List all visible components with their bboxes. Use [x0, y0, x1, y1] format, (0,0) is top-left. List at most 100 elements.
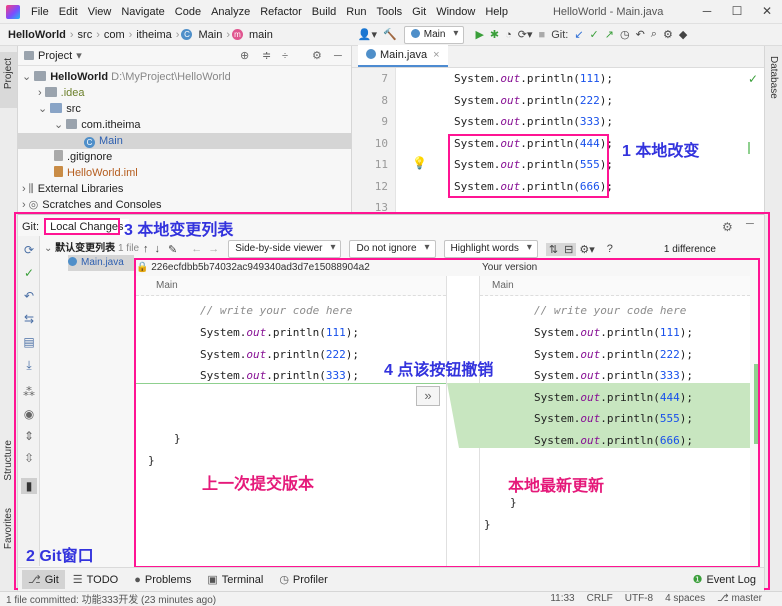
git-commit-icon[interactable]: ✓: [587, 28, 602, 41]
chevron-down-icon[interactable]: ⌄: [54, 119, 63, 131]
tree-item-gitignore[interactable]: .gitignore: [18, 149, 351, 165]
menu-file[interactable]: File: [26, 6, 54, 18]
diff-viewer-highlight: [134, 258, 760, 568]
menu-build[interactable]: Build: [307, 6, 341, 18]
menu-tools[interactable]: Tools: [371, 6, 407, 18]
inspection-ok-icon[interactable]: ✓: [748, 72, 758, 86]
hide-icon[interactable]: ─: [334, 50, 342, 62]
tree-item-label: com.itheima: [81, 119, 141, 131]
code-line[interactable]: System.out.println(333);: [454, 115, 613, 128]
tree-root[interactable]: ⌄ HelloWorld D:\MyProject\HelloWorld: [18, 69, 351, 85]
tool-tab-event-log[interactable]: ❶ Event Log: [692, 573, 756, 587]
breadcrumb-com[interactable]: com: [102, 29, 127, 41]
indent-setting[interactable]: 4 spaces: [665, 593, 705, 604]
maximize-icon[interactable]: ☐: [722, 0, 752, 24]
tree-item-iml[interactable]: HelloWorld.iml: [18, 165, 351, 181]
module-folder-icon: [34, 71, 47, 81]
breadcrumb-src[interactable]: src: [76, 29, 95, 41]
file-encoding[interactable]: UTF-8: [625, 593, 653, 604]
run-config-label: Main: [423, 28, 446, 40]
tree-item-main[interactable]: C Main: [18, 133, 351, 149]
profile-icon[interactable]: ⟳▾: [515, 28, 536, 41]
chevron-right-icon[interactable]: ›: [22, 199, 26, 211]
git-update-icon[interactable]: ↙: [571, 28, 586, 41]
chevron-down-icon[interactable]: ⌄: [22, 71, 31, 83]
user-icon[interactable]: 👤▾: [355, 28, 380, 41]
menu-view[interactable]: View: [83, 6, 117, 18]
code-token: );: [599, 93, 613, 107]
project-panel-title[interactable]: Project: [38, 50, 72, 62]
project-tool-button[interactable]: Project: [0, 52, 17, 108]
class-icon: C: [84, 137, 95, 148]
menu-window[interactable]: Window: [431, 6, 480, 18]
chevron-right-icon: ›: [128, 28, 133, 41]
chevron-down-icon[interactable]: ⌄: [38, 103, 47, 115]
menu-analyze[interactable]: Analyze: [206, 6, 255, 18]
settings-gear-icon[interactable]: ⚙: [660, 28, 676, 41]
class-icon: [366, 49, 376, 59]
breadcrumb-itheima[interactable]: itheima: [134, 29, 173, 41]
menu-code[interactable]: Code: [170, 6, 206, 18]
collapse-all-icon[interactable]: ≑: [262, 49, 271, 62]
tree-item-idea[interactable]: › .idea: [18, 85, 351, 101]
profiler-icon: ◷: [279, 574, 289, 586]
tree-item-package[interactable]: ⌄ com.itheima: [18, 117, 351, 133]
menu-refactor[interactable]: Refactor: [255, 6, 307, 18]
structure-tool-label[interactable]: Structure: [3, 440, 14, 481]
tree-item-libraries[interactable]: › ⫼ External Libraries: [18, 181, 351, 197]
close-tab-icon[interactable]: ×: [433, 49, 439, 61]
intention-bulb-icon[interactable]: 💡: [412, 156, 427, 170]
menu-git[interactable]: Git: [407, 6, 431, 18]
file-icon: [54, 150, 63, 161]
expand-all-icon[interactable]: ÷: [282, 50, 288, 62]
tree-item-label: src: [66, 103, 81, 115]
coverage-icon[interactable]: ◔: [502, 29, 515, 41]
menu-navigate[interactable]: Navigate: [116, 6, 169, 18]
chevron-down-icon[interactable]: ▾: [76, 49, 82, 62]
breadcrumb-project[interactable]: HelloWorld: [6, 29, 68, 41]
stop-icon[interactable]: ■: [536, 29, 549, 41]
git-push-icon[interactable]: ↗: [602, 28, 617, 41]
menu-run[interactable]: Run: [341, 6, 371, 18]
tab-main-java[interactable]: Main.java ×: [358, 45, 448, 67]
tree-item-src[interactable]: ⌄ src: [18, 101, 351, 117]
menu-help[interactable]: Help: [480, 6, 513, 18]
close-icon[interactable]: ✕: [752, 0, 782, 24]
breadcrumb-main[interactable]: Main: [196, 29, 224, 41]
locate-icon[interactable]: ⊕: [240, 49, 249, 62]
tool-tab-label: Problems: [144, 573, 192, 586]
tool-tab-terminal[interactable]: ▣ Terminal: [207, 573, 263, 587]
tool-tab-profiler[interactable]: ◷ Profiler: [279, 573, 327, 587]
history-icon[interactable]: ◷: [617, 28, 633, 41]
caret-position[interactable]: 11:33: [550, 593, 574, 604]
chevron-right-icon[interactable]: ›: [22, 183, 26, 195]
code-line[interactable]: System.out.println(222);: [454, 94, 613, 107]
build-hammer-icon[interactable]: 🔨: [380, 28, 400, 41]
database-tool-label[interactable]: Database: [768, 56, 779, 99]
minimize-icon[interactable]: ─: [692, 0, 722, 24]
git-branch[interactable]: ⎇ master: [717, 593, 762, 604]
run-icon[interactable]: ▶: [472, 28, 486, 41]
line-separator[interactable]: CRLF: [587, 593, 613, 604]
tool-tab-git[interactable]: ⎇ Git: [22, 570, 65, 589]
debug-icon[interactable]: ✱: [487, 28, 502, 41]
event-log-icon: ❶: [692, 574, 703, 586]
status-message[interactable]: 1 file committed: 功能333开发 (23 minutes ag…: [6, 591, 216, 606]
rollback-icon[interactable]: ↶: [633, 28, 648, 41]
run-config-select[interactable]: Main: [403, 25, 465, 44]
chevron-right-icon: ›: [96, 28, 100, 41]
menu-edit[interactable]: Edit: [54, 6, 83, 18]
tool-tab-problems[interactable]: ● Problems: [134, 574, 191, 586]
change-marker: [748, 142, 750, 154]
tree-item-scratches[interactable]: › ◎ Scratches and Consoles: [18, 197, 351, 213]
code-token: .println(: [520, 72, 580, 85]
gear-icon[interactable]: ⚙: [312, 49, 322, 62]
tree-item-label: .gitignore: [67, 151, 113, 163]
tool-tab-todo[interactable]: ☰ TODO: [73, 573, 118, 587]
code-line[interactable]: System.out.println(111);: [454, 72, 613, 85]
chevron-right-icon[interactable]: ›: [38, 87, 42, 99]
code-token: .println(: [520, 115, 580, 128]
search-icon[interactable]: ⌕: [648, 28, 660, 41]
breadcrumb-method[interactable]: main: [247, 29, 275, 41]
favorites-tool-label[interactable]: Favorites: [3, 508, 14, 549]
